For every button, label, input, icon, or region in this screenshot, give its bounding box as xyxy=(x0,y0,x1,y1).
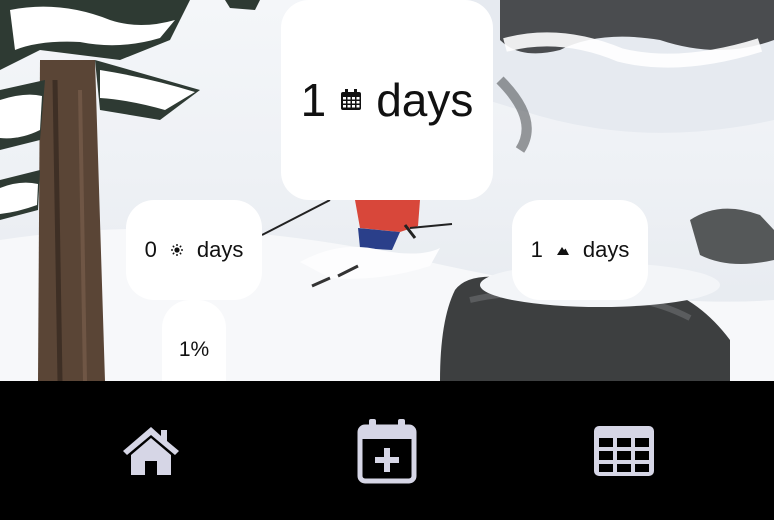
mountain-icon xyxy=(556,246,569,255)
mountain-days-unit: days xyxy=(582,237,630,262)
grid-icon xyxy=(594,425,654,476)
percent-value: 1% xyxy=(178,338,210,361)
total-days-card[interactable]: 1 days xyxy=(281,0,493,200)
nav-add-day-button[interactable] xyxy=(322,381,452,520)
home-icon xyxy=(121,425,181,477)
bottom-nav xyxy=(0,381,774,520)
calendar-add-icon xyxy=(357,418,417,484)
total-days-value: 1 xyxy=(300,74,327,126)
total-days-unit: days xyxy=(376,74,474,126)
sun-icon xyxy=(170,244,183,256)
mountain-days-value: 1 xyxy=(530,237,543,262)
calendar-icon xyxy=(340,89,362,111)
percent-card[interactable]: 1% xyxy=(162,300,226,381)
nav-home-button[interactable] xyxy=(86,381,216,520)
sun-days-unit: days xyxy=(196,237,244,262)
sun-days-value: 0 xyxy=(144,237,157,262)
mountain-days-card[interactable]: 1 days xyxy=(512,200,648,300)
app-root: 1 days 0 days 1 days 1% xyxy=(0,0,774,520)
sun-days-card[interactable]: 0 days xyxy=(126,200,262,300)
nav-grid-button[interactable] xyxy=(559,381,689,520)
